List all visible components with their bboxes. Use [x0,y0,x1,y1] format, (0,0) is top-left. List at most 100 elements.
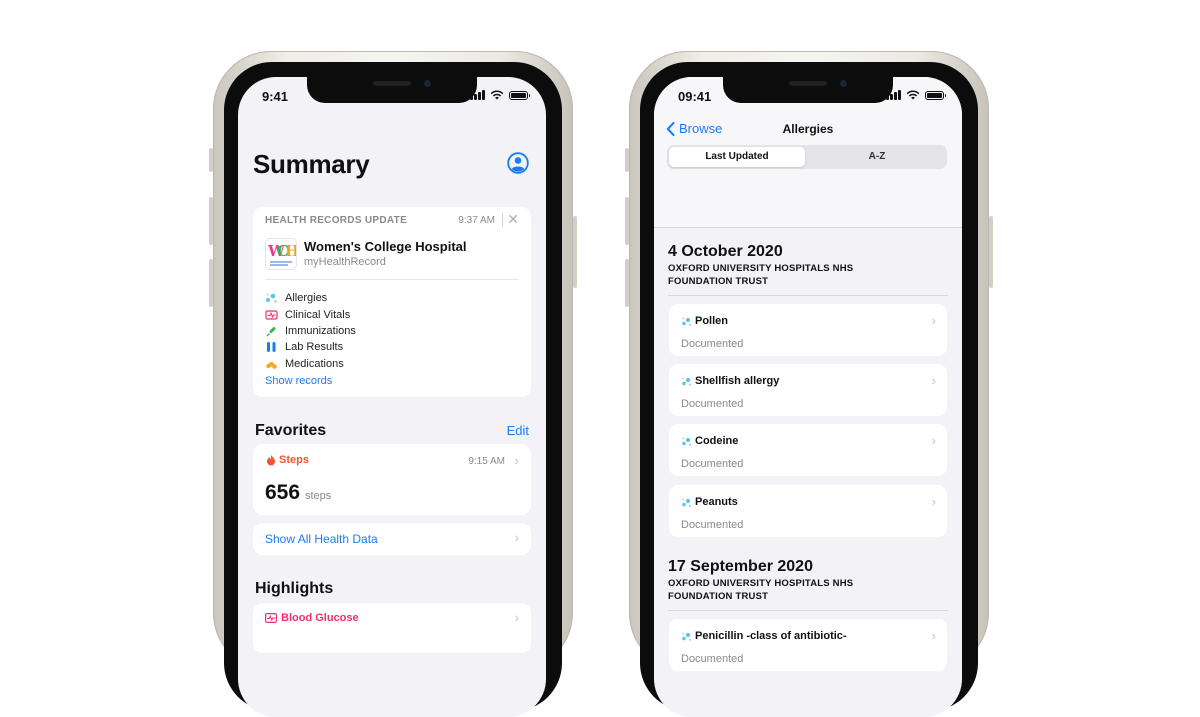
blood-glucose-label: Blood Glucose [265,612,359,624]
highlights-title: Highlights [255,580,334,597]
group-organization: OXFORD UNIVERSITY HOSPITALS NHS FOUNDATI… [668,578,854,602]
show-all-health-data-label: Show All Health Data [265,532,378,546]
chevron-right-icon: › [931,433,936,448]
group-organization: OXFORD UNIVERSITY HOSPITALS NHS FOUNDATI… [668,263,854,287]
status-time: 09:41 [678,89,712,104]
category-immunizations: Immunizations [265,323,356,339]
allergy-icon [682,498,692,507]
allergy-item-peanuts[interactable]: Peanuts Documented › [669,485,947,537]
notch [723,77,893,103]
syringe-icon [266,326,276,337]
chevron-right-icon: › [931,494,936,509]
right-phone-frame: 09:41 Browse Allergies Last Updated A-Z … [625,51,993,717]
allergy-name: Pollen [681,315,728,327]
allergy-item-shellfish[interactable]: Shellfish allergy Documented › [669,364,947,416]
battery-icon [925,90,946,100]
category-label: Immunizations [285,324,356,337]
record-category-list: Allergies Clinical Vitals Immunizations [265,290,356,372]
left-screen: 9:41 Summary HEALTH RECORDS UPDATE 9:37 … [238,77,546,717]
allergy-name: Shellfish allergy [681,375,779,387]
health-records-card[interactable]: HEALTH RECORDS UPDATE 9:37 AM ✕ W C H Wo… [253,207,531,397]
signal-icon [470,90,485,100]
show-records-link[interactable]: Show records [265,375,332,387]
hospital-name: Women's College Hospital [304,239,467,254]
group-divider [668,610,948,611]
allergy-item-penicillin[interactable]: Penicillin -class of antibiotic- Documen… [669,619,947,671]
chevron-right-icon: › [931,373,936,388]
pills-icon [266,361,277,369]
wifi-icon [906,90,920,100]
hospital-logo: W C H [265,238,297,270]
profile-icon[interactable] [507,152,529,174]
edit-button[interactable]: Edit [507,423,529,438]
segment-a-z[interactable]: A-Z [809,147,945,167]
allergy-item-pollen[interactable]: Pollen Documented › [669,304,947,356]
steps-time: 9:15 AM [468,456,505,467]
health-records-time: 9:37 AM [458,215,495,226]
category-allergies: Allergies [265,290,356,306]
speaker [789,81,827,86]
volume-down-button [625,259,629,307]
blood-glucose-text: Blood Glucose [281,612,359,624]
allergy-icon [266,293,277,303]
status-icons [886,90,946,100]
category-label: Allergies [285,292,328,305]
category-label: Clinical Vitals [285,308,351,321]
side-button [573,216,577,288]
mute-switch [209,148,213,172]
steps-unit: steps [305,490,332,502]
allergy-icon [682,632,692,641]
logo-letter-h: H [285,242,296,260]
header-separator [502,213,503,227]
allergy-status: Documented [681,338,744,350]
battery-icon [509,90,530,100]
steps-card[interactable]: Steps 9:15 AM › 656 steps [253,444,531,515]
status-icons [470,90,530,100]
steps-value: 656 [265,481,301,504]
page-title: Summary [253,149,370,179]
show-all-health-data-button[interactable]: Show All Health Data › [253,523,531,555]
chevron-right-icon: › [514,609,519,625]
chevron-right-icon: › [514,529,519,545]
wifi-icon [490,90,504,100]
allergy-status: Documented [681,519,744,531]
allergy-name: Codeine [681,435,738,447]
health-records-header: HEALTH RECORDS UPDATE [265,215,408,226]
segmented-control: Last Updated A-Z [667,145,947,169]
allergy-status: Documented [681,398,744,410]
chevron-right-icon: › [931,628,936,643]
volume-up-button [209,197,213,245]
segment-last-updated[interactable]: Last Updated [669,147,805,167]
camera [424,80,431,87]
volume-up-button [625,197,629,245]
category-lab-results: Lab Results [265,339,356,355]
favorites-title: Favorites [255,422,327,439]
allergy-status: Documented [681,653,744,665]
hospital-subtitle: myHealthRecord [304,256,386,268]
chevron-right-icon: › [514,452,519,468]
category-clinical-vitals: Clinical Vitals [265,306,356,322]
notch [307,77,477,103]
allergy-item-codeine[interactable]: Codeine Documented › [669,424,947,476]
group-date: 17 September 2020 [668,558,813,575]
right-screen: 09:41 Browse Allergies Last Updated A-Z … [654,77,962,717]
test-tubes-icon [267,342,276,353]
vitals-icon [265,613,277,623]
blood-glucose-card[interactable]: Blood Glucose › [253,603,531,653]
flame-icon [267,454,275,466]
allergy-status: Documented [681,458,744,470]
close-icon[interactable]: ✕ [507,211,519,228]
category-medications: Medications [265,356,356,372]
camera [840,80,847,87]
volume-down-button [209,259,213,307]
left-phone-frame: 9:41 Summary HEALTH RECORDS UPDATE 9:37 … [209,51,577,717]
category-label: Lab Results [285,341,344,354]
chevron-right-icon: › [931,313,936,328]
divider [265,279,519,280]
nav-title: Allergies [782,122,834,136]
group-divider [668,295,948,296]
allergy-name: Penicillin -class of antibiotic- [681,630,847,642]
group-date: 4 October 2020 [668,243,783,260]
allergy-icon [682,377,692,386]
allergy-icon [682,437,692,446]
